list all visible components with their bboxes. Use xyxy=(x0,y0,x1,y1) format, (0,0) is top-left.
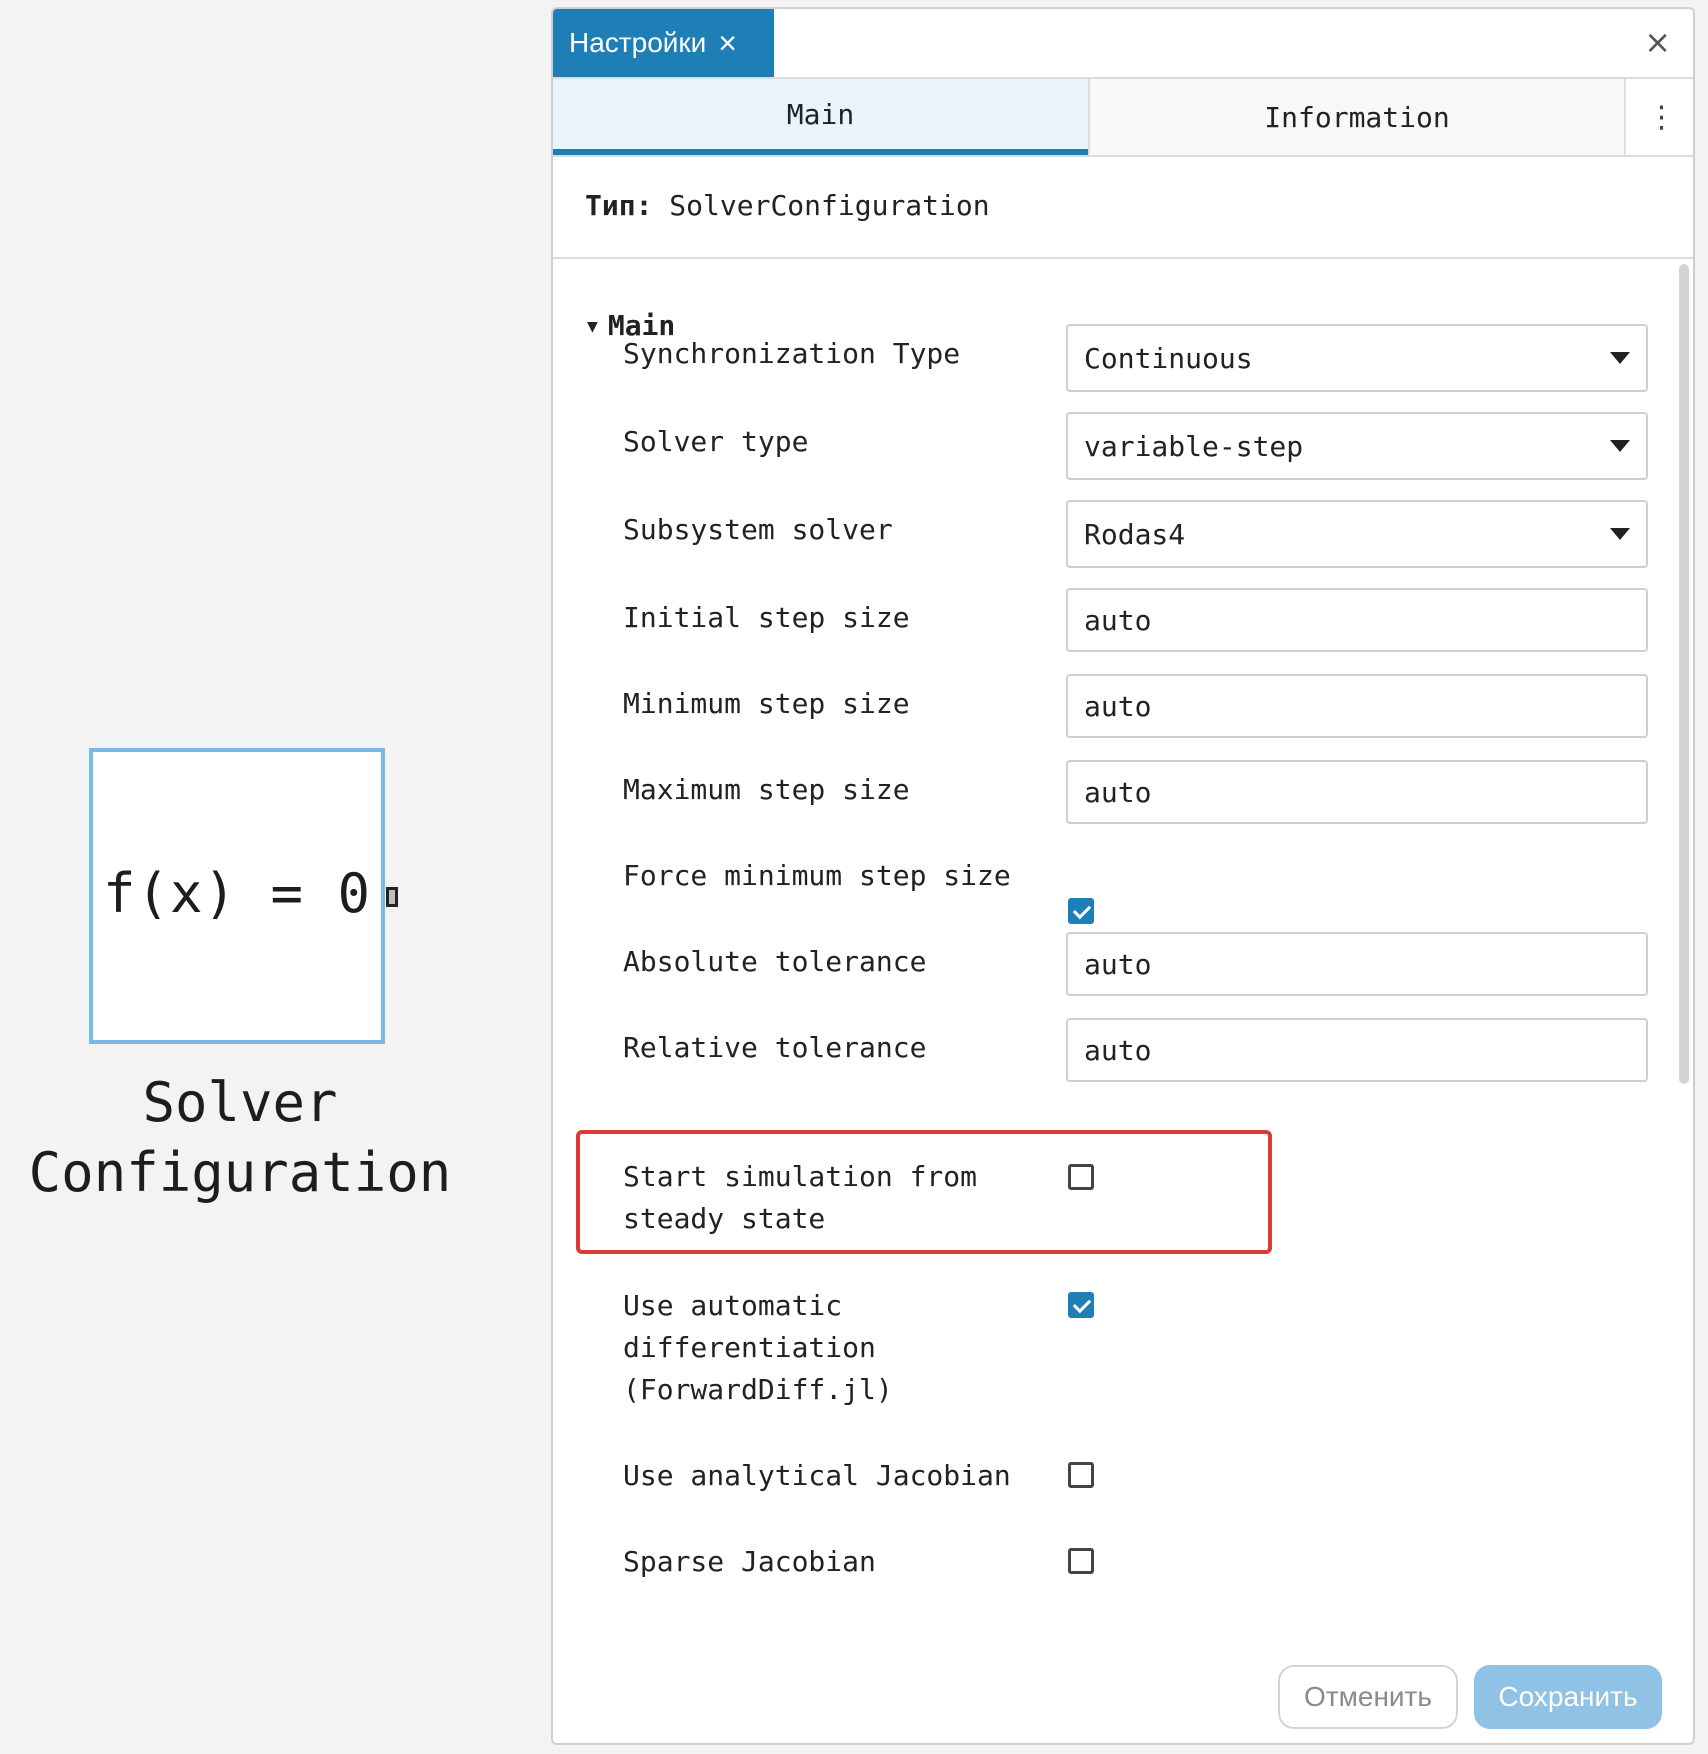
chevron-down-icon xyxy=(1610,528,1630,540)
force-min-step-label: Force minimum step size xyxy=(623,859,1011,892)
block-caption: Solver Configuration xyxy=(20,1068,460,1208)
steady-state-checkbox[interactable] xyxy=(1068,1164,1094,1190)
scrollbar[interactable] xyxy=(1679,264,1689,1084)
sync-type-label: Synchronization Type xyxy=(623,337,961,370)
sync-type-value: Continuous xyxy=(1084,341,1253,375)
auto-diff-label-line1: Use automatic xyxy=(623,1289,843,1322)
initial-step-input[interactable]: auto xyxy=(1066,588,1648,652)
settings-dialog: Настройки × × Main Information ⋮ Тип: So… xyxy=(551,7,1695,1745)
auto-diff-label: Use automatic differentiation (ForwardDi… xyxy=(623,1285,893,1411)
force-min-step-checkbox[interactable] xyxy=(1068,898,1094,924)
initial-step-label: Initial step size xyxy=(623,601,910,634)
sparse-jac-label: Sparse Jacobian xyxy=(623,1545,876,1578)
auto-diff-label-line2: differentiation xyxy=(623,1331,876,1364)
auto-diff-checkbox[interactable] xyxy=(1068,1292,1094,1318)
title-tab-close-icon[interactable]: × xyxy=(718,27,737,59)
rel-tol-label: Relative tolerance xyxy=(623,1031,927,1064)
cancel-button[interactable]: Отменить xyxy=(1278,1665,1458,1729)
steady-state-label-line2: steady state xyxy=(623,1202,826,1235)
chevron-down-icon xyxy=(1610,440,1630,452)
subsystem-solver-select[interactable]: Rodas4 xyxy=(1066,500,1648,568)
block-caption-line2: Configuration xyxy=(28,1141,452,1204)
tab-information[interactable]: Information xyxy=(1088,79,1624,155)
max-step-label: Maximum step size xyxy=(623,773,910,806)
auto-diff-label-line3: (ForwardDiff.jl) xyxy=(623,1373,893,1406)
block-caption-line1: Solver xyxy=(142,1071,338,1134)
solver-type-label: Solver type xyxy=(623,425,809,458)
type-label: Тип: xyxy=(585,189,653,222)
chevron-down-icon xyxy=(1610,352,1630,364)
sync-type-select[interactable]: Continuous xyxy=(1066,324,1648,392)
divider xyxy=(553,257,1693,259)
settings-title: Настройки xyxy=(569,27,707,58)
collapse-triangle-icon: ▼ xyxy=(587,316,598,337)
sparse-jac-checkbox[interactable] xyxy=(1068,1548,1094,1574)
min-step-input[interactable]: auto xyxy=(1066,674,1648,738)
solver-type-select[interactable]: variable-step xyxy=(1066,412,1648,480)
type-value: SolverConfiguration xyxy=(669,189,990,222)
rel-tol-input[interactable]: auto xyxy=(1066,1018,1648,1082)
solver-configuration-block[interactable]: f(x) = 0 xyxy=(89,748,385,1044)
abs-tol-label: Absolute tolerance xyxy=(623,945,927,978)
block-port[interactable] xyxy=(386,887,398,907)
analytical-jac-label: Use analytical Jacobian xyxy=(623,1459,1011,1492)
subsystem-solver-label: Subsystem solver xyxy=(623,513,893,546)
solver-type-value: variable-step xyxy=(1084,429,1304,463)
abs-tol-input[interactable]: auto xyxy=(1066,932,1648,996)
min-step-label: Minimum step size xyxy=(623,687,910,720)
steady-state-label: Start simulation from steady state xyxy=(623,1156,977,1240)
save-button[interactable]: Сохранить xyxy=(1474,1665,1662,1729)
max-step-input[interactable]: auto xyxy=(1066,760,1648,824)
more-options-icon[interactable]: ⋮ xyxy=(1624,79,1693,155)
analytical-jac-checkbox[interactable] xyxy=(1068,1462,1094,1488)
tab-main[interactable]: Main xyxy=(553,79,1088,155)
dialog-titlebar: Настройки × × xyxy=(553,9,1693,79)
dialog-close-icon[interactable]: × xyxy=(1644,23,1671,61)
block-formula: f(x) = 0 xyxy=(102,862,372,925)
steady-state-label-line1: Start simulation from xyxy=(623,1160,978,1193)
type-row: Тип: SolverConfiguration xyxy=(585,189,990,222)
subsystem-solver-value: Rodas4 xyxy=(1084,517,1186,551)
dialog-tabs: Main Information ⋮ xyxy=(553,79,1693,157)
settings-title-tab[interactable]: Настройки × xyxy=(553,9,774,77)
